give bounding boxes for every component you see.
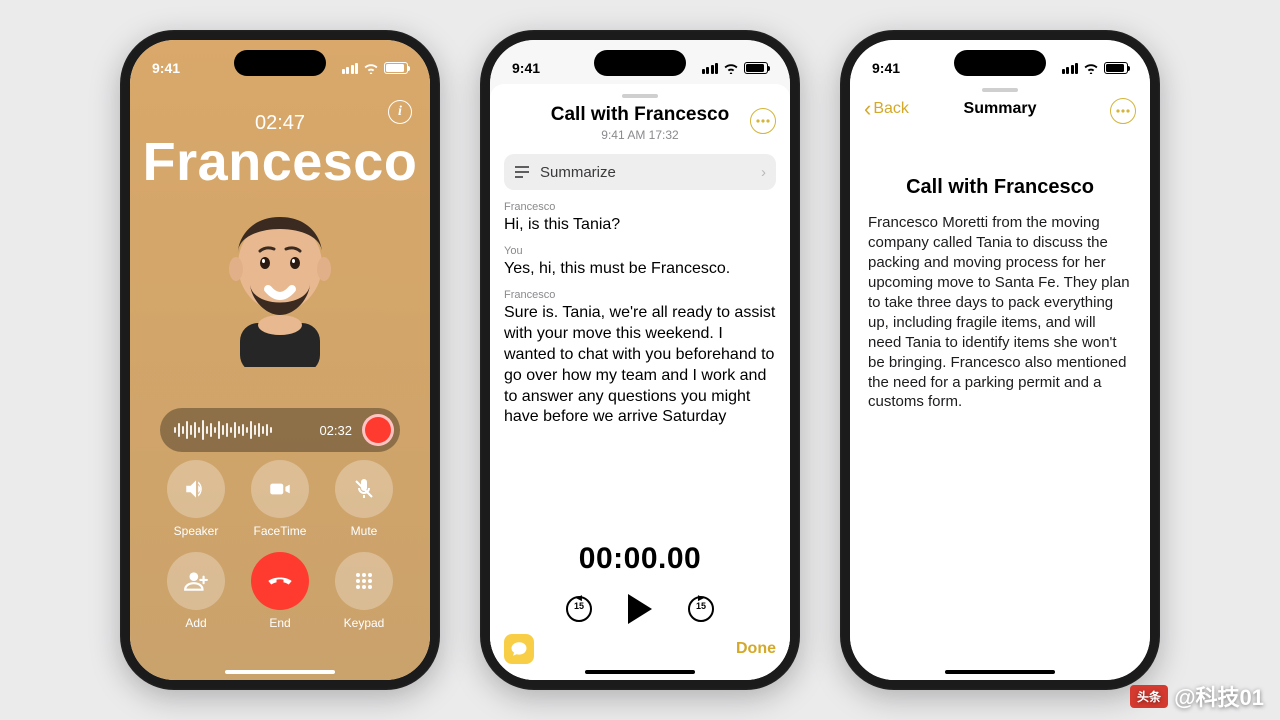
wifi-icon — [363, 62, 379, 74]
phone-summary-screen: 9:41 ‹ Back Summary Call with Francesco … — [840, 30, 1160, 690]
recording-pill[interactable]: 02:32 — [160, 408, 400, 452]
phone-call-screen: 9:41 i 02:47 Francesco — [120, 30, 440, 690]
chevron-right-icon: › — [761, 164, 766, 181]
transcript-line: Sure is. Tania, we're all ready to assis… — [504, 303, 776, 428]
speaker-label: You — [504, 244, 776, 258]
video-icon — [267, 476, 293, 502]
speaker-button[interactable]: Speaker — [154, 460, 238, 538]
transcript-body[interactable]: Francesco Hi, is this Tania? You Yes, hi… — [504, 200, 776, 428]
messages-button[interactable] — [504, 634, 534, 664]
watermark: 头条 @科技01 — [1130, 680, 1264, 712]
nav-title: Summary — [964, 100, 1037, 118]
keypad-icon — [352, 569, 376, 593]
end-call-button[interactable]: End — [238, 552, 322, 630]
ellipsis-icon — [1116, 109, 1130, 113]
status-time: 9:41 — [872, 60, 900, 76]
waveform-icon — [174, 420, 309, 440]
keypad-button[interactable]: Keypad — [322, 552, 406, 630]
caller-name: Francesco — [130, 131, 430, 193]
recording-time: 02:32 — [319, 423, 352, 438]
battery-icon — [384, 62, 408, 74]
back-button[interactable]: ‹ Back — [864, 100, 909, 118]
wifi-icon — [1083, 62, 1099, 74]
skip-back-button[interactable]: 15 ◄ — [566, 596, 592, 622]
summarize-button[interactable]: Summarize › — [504, 154, 776, 190]
add-button[interactable]: Add — [154, 552, 238, 630]
summary-body: Francesco Moretti from the moving compan… — [850, 199, 1150, 412]
dynamic-island — [954, 50, 1046, 76]
more-button[interactable] — [1110, 98, 1136, 124]
cellular-icon — [702, 63, 719, 74]
done-button[interactable]: Done — [736, 640, 776, 658]
transcript-title: Call with Francesco — [504, 104, 776, 126]
skip-forward-button[interactable]: 15 ► — [688, 596, 714, 622]
speaker-icon — [183, 476, 209, 502]
facetime-button[interactable]: FaceTime — [238, 460, 322, 538]
summarize-icon — [514, 165, 530, 179]
add-person-icon — [183, 568, 209, 594]
status-time: 9:41 — [512, 60, 540, 76]
speaker-label: Francesco — [504, 200, 776, 214]
phone-transcript-screen: 9:41 Call with Francesco 9:41 AM 17:32 S… — [480, 30, 800, 690]
dynamic-island — [234, 50, 326, 76]
info-button[interactable]: i — [388, 100, 412, 124]
mute-button[interactable]: Mute — [322, 460, 406, 538]
summarize-label: Summarize — [540, 164, 616, 181]
status-time: 9:41 — [152, 60, 180, 76]
battery-icon — [744, 62, 768, 74]
more-button[interactable] — [750, 108, 776, 134]
dynamic-island — [594, 50, 686, 76]
battery-icon — [1104, 62, 1128, 74]
speaker-label: Francesco — [504, 288, 776, 302]
transcript-line: Yes, hi, this must be Francesco. — [504, 259, 776, 280]
record-button[interactable] — [362, 414, 394, 446]
playback-time: 00:00.00 — [490, 542, 790, 576]
home-indicator[interactable] — [585, 670, 695, 674]
end-call-icon — [266, 567, 294, 595]
message-icon — [510, 640, 528, 658]
wifi-icon — [723, 62, 739, 74]
chevron-left-icon: ‹ — [864, 102, 871, 116]
mute-icon — [352, 477, 376, 501]
home-indicator[interactable] — [225, 670, 335, 674]
cellular-icon — [342, 63, 359, 74]
cellular-icon — [1062, 63, 1079, 74]
home-indicator[interactable] — [945, 670, 1055, 674]
ellipsis-icon — [756, 119, 770, 123]
memoji-avatar — [130, 197, 430, 367]
transcript-line: Hi, is this Tania? — [504, 215, 776, 236]
sheet-grabber[interactable] — [622, 94, 658, 98]
play-button[interactable] — [628, 594, 652, 624]
transcript-subtitle: 9:41 AM 17:32 — [504, 128, 776, 142]
summary-heading: Call with Francesco — [850, 176, 1150, 199]
